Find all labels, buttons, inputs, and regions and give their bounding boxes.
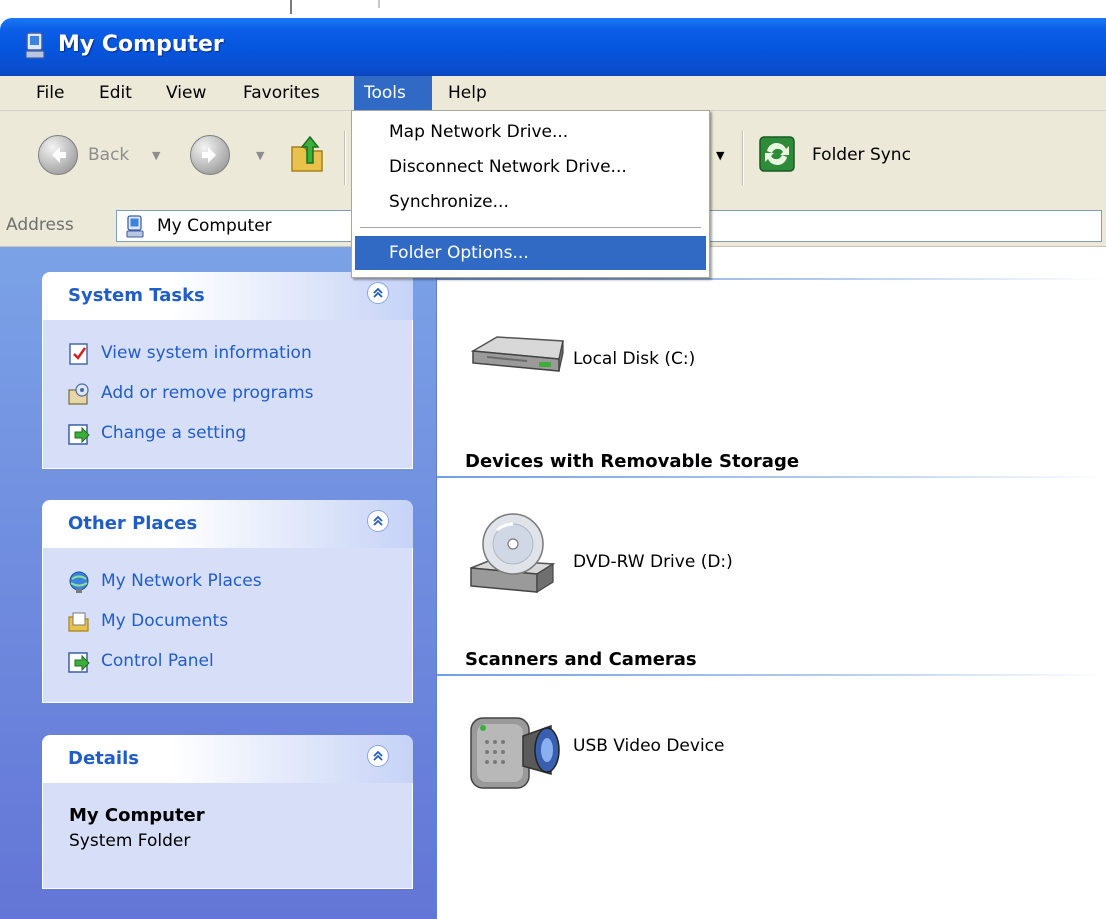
system-tasks-panel: System Tasks View system information Add… xyxy=(42,272,413,469)
details-body: My Computer System Folder xyxy=(42,783,413,889)
hard-disk-icon xyxy=(470,336,564,372)
group-divider xyxy=(437,476,1106,478)
details-panel: Details My Computer System Folder xyxy=(42,735,413,889)
menu-view[interactable]: View xyxy=(156,76,216,110)
desktop-strip xyxy=(0,0,1106,18)
address-label: Address xyxy=(6,215,74,235)
content-area: Local Disk (C:) Devices with Removable S… xyxy=(437,247,1106,919)
drive-label: Local Disk (C:) xyxy=(573,349,696,369)
menu-item-map-network-drive[interactable]: Map Network Drive... xyxy=(355,115,706,149)
other-places-body: My Network Places My Documents Control P… xyxy=(42,548,413,703)
divider xyxy=(378,0,380,8)
menu-favorites[interactable]: Favorites xyxy=(233,76,330,110)
toolbar-separator xyxy=(742,131,744,185)
collapse-icon[interactable] xyxy=(367,510,389,532)
details-title: Details xyxy=(68,748,139,769)
other-places-header[interactable]: Other Places xyxy=(42,500,413,548)
group-divider xyxy=(437,278,1106,280)
system-tasks-title: System Tasks xyxy=(68,285,205,306)
details-type: System Folder xyxy=(69,831,191,851)
network-places-icon xyxy=(69,571,89,593)
other-places-title: Other Places xyxy=(68,513,198,534)
title-bar[interactable]: My Computer xyxy=(0,18,1106,76)
tools-dropdown-menu: Map Network Drive... Disconnect Network … xyxy=(351,110,710,278)
folder-sync-icon[interactable] xyxy=(758,135,796,173)
system-info-icon xyxy=(69,343,88,365)
up-folder-icon[interactable] xyxy=(288,133,328,175)
system-tasks-body: View system information Add or remove pr… xyxy=(42,320,413,469)
menu-bar: File Edit View Favorites Tools Help xyxy=(0,76,1106,111)
details-name: My Computer xyxy=(69,805,205,826)
toolbar-separator xyxy=(344,131,346,185)
menu-help[interactable]: Help xyxy=(438,76,497,110)
add-remove-programs-icon xyxy=(68,383,89,405)
menu-file[interactable]: File xyxy=(26,76,74,110)
arrow-right-icon xyxy=(202,147,216,163)
drive-local-disk-c[interactable]: Local Disk (C:) xyxy=(467,329,767,381)
group-title-removable-storage: Devices with Removable Storage xyxy=(465,451,800,472)
details-header[interactable]: Details xyxy=(42,735,413,783)
chevron-down-icon[interactable]: ▼ xyxy=(716,149,724,162)
menu-item-folder-options[interactable]: Folder Options... xyxy=(355,236,706,270)
arrow-left-icon xyxy=(52,147,66,163)
drive-label: DVD-RW Drive (D:) xyxy=(573,552,733,572)
dvd-drive-icon xyxy=(470,513,556,594)
device-label: USB Video Device xyxy=(573,736,725,756)
collapse-icon[interactable] xyxy=(367,282,389,304)
menu-tools[interactable]: Tools xyxy=(354,76,432,110)
task-pane: System Tasks View system information Add… xyxy=(0,247,437,919)
folder-sync-label[interactable]: Folder Sync xyxy=(812,145,911,165)
other-places-panel: Other Places My Network Places My Docume… xyxy=(42,500,413,703)
my-computer-icon xyxy=(126,215,144,238)
device-usb-video[interactable]: USB Video Device xyxy=(467,708,787,794)
group-title-scanners-cameras: Scanners and Cameras xyxy=(465,649,697,670)
address-value: My Computer xyxy=(157,216,272,236)
menu-separator xyxy=(360,227,701,228)
menu-item-synchronize[interactable]: Synchronize... xyxy=(355,185,706,219)
chevron-down-icon[interactable]: ▼ xyxy=(256,149,264,162)
chevron-down-icon[interactable]: ▼ xyxy=(152,149,160,162)
video-camera-icon xyxy=(470,717,560,789)
my-documents-icon xyxy=(68,612,89,632)
back-button[interactable] xyxy=(38,135,78,175)
control-panel-icon xyxy=(68,652,90,673)
divider xyxy=(290,0,292,14)
collapse-icon[interactable] xyxy=(367,745,389,767)
forward-button[interactable] xyxy=(190,135,230,175)
menu-edit[interactable]: Edit xyxy=(89,76,142,110)
control-panel-icon xyxy=(68,424,90,445)
group-divider xyxy=(437,674,1106,676)
menu-item-disconnect-network-drive[interactable]: Disconnect Network Drive... xyxy=(355,150,706,184)
system-tasks-header[interactable]: System Tasks xyxy=(42,272,413,320)
drive-dvd-rw-d[interactable]: DVD-RW Drive (D:) xyxy=(467,510,787,600)
back-label: Back xyxy=(88,145,130,165)
my-computer-icon xyxy=(25,32,45,59)
window-title: My Computer xyxy=(58,32,224,57)
